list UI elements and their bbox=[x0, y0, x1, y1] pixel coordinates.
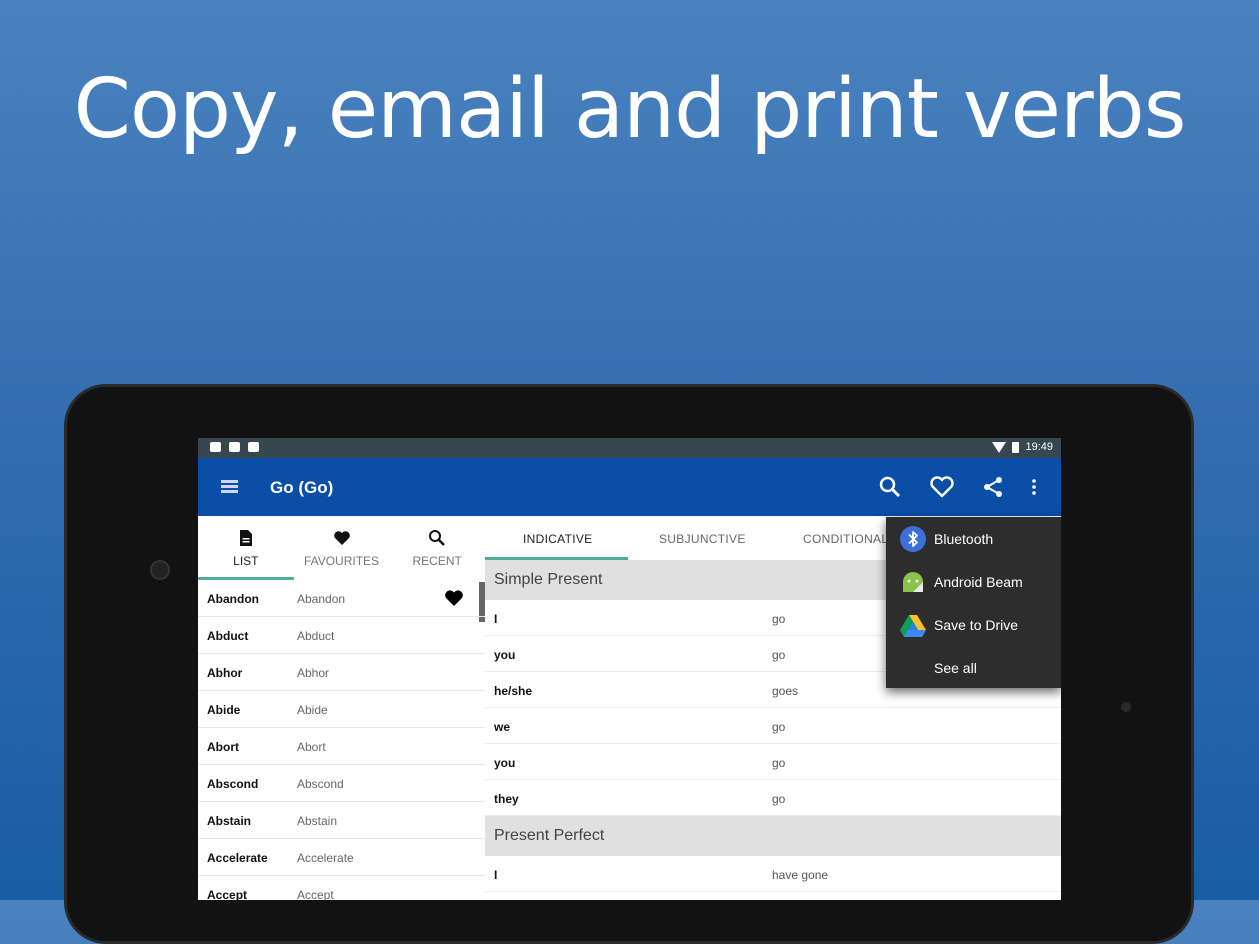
app-bar: Go (Go) bbox=[198, 458, 1061, 516]
verb-name: Accept bbox=[207, 888, 248, 900]
tab-subjunctive[interactable]: SUBJUNCTIVE bbox=[659, 532, 746, 546]
verb-name: Abort bbox=[207, 740, 239, 754]
share-option-label: Save to Drive bbox=[934, 617, 1019, 633]
notification-icon bbox=[210, 442, 221, 452]
verb-translation: Abstain bbox=[297, 814, 338, 828]
conjugation-row: I have gone bbox=[485, 856, 1061, 892]
list-item[interactable]: Accept Accept bbox=[198, 876, 485, 900]
list-item[interactable]: Abstain Abstain bbox=[198, 802, 485, 839]
list-item[interactable]: Accelerate Accelerate bbox=[198, 839, 485, 876]
tab-recent[interactable]: RECENT bbox=[389, 516, 485, 580]
notification-icon bbox=[248, 442, 259, 452]
camera-lens bbox=[150, 560, 170, 580]
verb-form: go bbox=[772, 792, 786, 806]
share-option-android-beam[interactable]: Android Beam bbox=[886, 560, 1061, 603]
list-item[interactable]: Abduct Abduct bbox=[198, 617, 485, 654]
share-icon[interactable] bbox=[978, 472, 1008, 502]
list-item[interactable]: Abide Abide bbox=[198, 691, 485, 728]
favourite-heart-icon[interactable] bbox=[927, 472, 957, 502]
share-menu: Bluetooth Android Beam Save to Drive See… bbox=[886, 517, 1061, 688]
pronoun: we bbox=[494, 720, 511, 734]
share-option-label: Bluetooth bbox=[934, 531, 994, 547]
search-icon bbox=[389, 528, 485, 548]
sensor bbox=[1121, 702, 1131, 712]
android-icon bbox=[899, 568, 927, 596]
verb-form: goes bbox=[772, 684, 799, 698]
document-icon bbox=[198, 528, 294, 548]
tab-label: LIST bbox=[233, 554, 259, 568]
conjugation-row: you go bbox=[485, 744, 1061, 780]
verb-form: have gone bbox=[772, 868, 829, 882]
verb-translation: Abort bbox=[297, 740, 326, 754]
tab-conditional[interactable]: CONDITIONAL bbox=[803, 532, 888, 546]
pronoun: you bbox=[494, 648, 516, 662]
share-option-bluetooth[interactable]: Bluetooth bbox=[886, 517, 1061, 560]
app-title: Go (Go) bbox=[270, 478, 334, 497]
verb-form: go bbox=[772, 648, 786, 662]
verb-form: go bbox=[772, 756, 786, 770]
list-item[interactable]: Abscond Abscond bbox=[198, 765, 485, 802]
bluetooth-icon bbox=[899, 525, 927, 553]
verb-name: Abandon bbox=[207, 592, 259, 606]
share-option-label: See all bbox=[934, 660, 977, 676]
pronoun: I bbox=[494, 612, 498, 626]
verb-name: Accelerate bbox=[207, 851, 268, 865]
menu-icon[interactable] bbox=[221, 480, 238, 494]
overflow-menu-icon[interactable] bbox=[1019, 472, 1049, 502]
verb-form: go bbox=[772, 612, 786, 626]
conjugation-row: they go bbox=[485, 780, 1061, 816]
pronoun: he/she bbox=[494, 684, 533, 698]
wifi-icon bbox=[992, 441, 1007, 453]
list-item[interactable]: Abhor Abhor bbox=[198, 654, 485, 691]
share-option-drive[interactable]: Save to Drive bbox=[886, 603, 1061, 646]
verb-translation: Abide bbox=[297, 703, 328, 717]
device-screen: 19:49 Go (Go) LIST FAVOURITES RECENT Aba… bbox=[198, 438, 1061, 900]
drive-icon bbox=[899, 611, 927, 639]
pronoun: I bbox=[494, 868, 498, 882]
left-tab-bar: LIST FAVOURITES RECENT bbox=[198, 516, 485, 580]
active-tab-indicator bbox=[485, 557, 628, 560]
tab-indicative[interactable]: INDICATIVE bbox=[523, 532, 592, 546]
share-option-label: Android Beam bbox=[934, 574, 1023, 590]
verb-translation: Abhor bbox=[297, 666, 330, 680]
verb-name: Abide bbox=[207, 703, 241, 717]
tab-favourites[interactable]: FAVOURITES bbox=[294, 516, 390, 580]
heart-icon bbox=[294, 528, 390, 548]
notification-icon bbox=[229, 442, 240, 452]
favourite-heart-icon[interactable] bbox=[444, 589, 464, 610]
verb-name: Abscond bbox=[207, 777, 259, 791]
verb-translation: Accelerate bbox=[297, 851, 354, 865]
status-bar: 19:49 bbox=[198, 438, 1061, 458]
verb-list-panel: LIST FAVOURITES RECENT Abandon Abandon A… bbox=[198, 516, 486, 900]
status-time: 19:49 bbox=[1025, 441, 1053, 453]
conjugation-row: we go bbox=[485, 708, 1061, 744]
verb-name: Abduct bbox=[207, 629, 249, 643]
tab-label: FAVOURITES bbox=[303, 554, 380, 568]
pronoun: you bbox=[494, 756, 516, 770]
search-icon[interactable] bbox=[875, 472, 905, 502]
battery-icon bbox=[1012, 441, 1020, 453]
verb-form: go bbox=[772, 720, 786, 734]
verb-name: Abhor bbox=[207, 666, 243, 680]
pronoun: they bbox=[494, 792, 519, 806]
verb-translation: Abduct bbox=[297, 629, 335, 643]
headline: Copy, email and print verbs bbox=[73, 62, 1187, 157]
section-header: Present Perfect bbox=[485, 816, 1061, 856]
tab-label: RECENT bbox=[412, 554, 462, 568]
verb-name: Abstain bbox=[207, 814, 252, 828]
verb-translation: Abscond bbox=[297, 777, 344, 791]
share-option-see-all[interactable]: See all bbox=[886, 646, 1061, 689]
tab-list[interactable]: LIST bbox=[198, 516, 294, 580]
verb-translation: Accept bbox=[297, 888, 334, 900]
list-item[interactable]: Abort Abort bbox=[198, 728, 485, 765]
list-item[interactable]: Abandon Abandon bbox=[198, 580, 485, 617]
verb-translation: Abandon bbox=[297, 592, 346, 606]
